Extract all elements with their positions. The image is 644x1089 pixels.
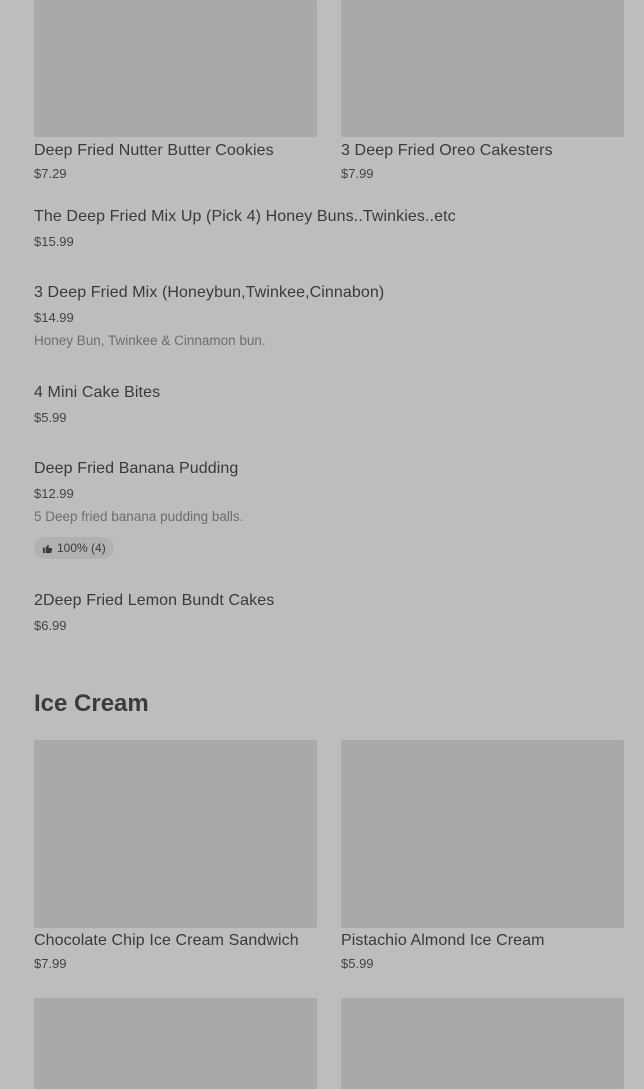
item-price: $5.99 — [341, 956, 374, 971]
menu-page: Deep Fried Nutter Butter Cookies $7.29 3… — [0, 0, 644, 1089]
list-item-price: $5.99 — [34, 410, 67, 425]
list-item-name[interactable]: Deep Fried Banana Pudding — [34, 460, 238, 478]
rating-text: 100% (4) — [57, 541, 106, 555]
list-item-name[interactable]: 2Deep Fried Lemon Bundt Cakes — [34, 592, 274, 610]
list-item-name[interactable]: The Deep Fried Mix Up (Pick 4) Honey Bun… — [34, 208, 456, 226]
list-item-name[interactable]: 4 Mini Cake Bites — [34, 384, 160, 402]
item-name[interactable]: 3 Deep Fried Oreo Cakesters — [341, 142, 553, 160]
list-item-description: Honey Bun, Twinkee & Cinnamon bun. — [34, 333, 266, 348]
rating-badge: 100% (4) — [34, 537, 114, 559]
section-title-ice-cream: Ice Cream — [34, 690, 149, 717]
item-name[interactable]: Pistachio Almond Ice Cream — [341, 932, 545, 950]
item-price: $7.99 — [341, 166, 374, 181]
item-image[interactable] — [34, 998, 317, 1089]
item-price: $7.99 — [34, 956, 67, 971]
list-item-price: $14.99 — [34, 310, 74, 325]
item-image[interactable] — [341, 740, 624, 928]
list-item-description: 5 Deep fried banana pudding balls. — [34, 509, 244, 524]
item-price: $7.29 — [34, 166, 67, 181]
list-item-price: $12.99 — [34, 486, 74, 501]
item-name[interactable]: Chocolate Chip Ice Cream Sandwich — [34, 932, 299, 950]
item-image[interactable] — [341, 0, 624, 137]
thumbs-up-icon — [42, 543, 53, 554]
item-name[interactable]: Deep Fried Nutter Butter Cookies — [34, 142, 274, 160]
item-image[interactable] — [34, 0, 317, 137]
item-image[interactable] — [341, 998, 624, 1089]
list-item-name[interactable]: 3 Deep Fried Mix (Honeybun,Twinkee,Cinna… — [34, 284, 384, 302]
list-item-price: $6.99 — [34, 618, 67, 633]
item-image[interactable] — [34, 740, 317, 928]
list-item-price: $15.99 — [34, 234, 74, 249]
